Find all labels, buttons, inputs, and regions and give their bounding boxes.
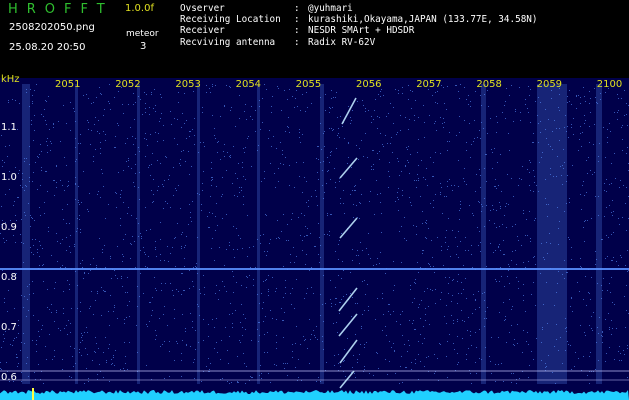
y-axis-tick-label: 0.8 [1,272,17,283]
meteor-counter-label: meteor [126,29,159,39]
meteor-echo [339,157,358,179]
datetime-label: 25.08.20 20:50 [9,42,86,53]
version-label: 1.0.0f [125,3,154,14]
interference-band [257,84,260,384]
interference-band [320,84,324,384]
x-axis-tick-label: 2100 [596,79,623,90]
y-axis-tick-label: 1.1 [1,122,17,133]
spectrogram-canvas [0,84,629,400]
header-panel: HROFFT 1.0.0f 2508202050.png 25.08.20 20… [0,0,629,78]
marker-tick [32,388,34,400]
info-row-location: Receiving Location : kurashiki,Okayama,J… [180,14,538,25]
x-axis-tick-label: 2056 [356,79,382,90]
info-label: Ovserver [180,3,225,14]
info-label: Recviving antenna [180,36,276,48]
interference-band [481,84,486,384]
info-value: @yuhmari [308,3,353,14]
y-axis-tick-label: 1.0 [1,172,17,183]
station-info: Ovserver : @yuhmari Receiving Location :… [180,3,538,48]
info-value: kurashiki,Okayama,JAPAN (133.77E, 34.58N… [308,14,538,26]
x-axis-tick-label: 2059 [536,79,563,90]
spectrogram-view[interactable]: kHz 1.1 1.0 0.9 0.8 0.7 0.6 2051 2052 2053 2054 2… [0,74,629,400]
x-axis-tick-label: 2057 [416,79,442,90]
info-value: Radix RV-62V [308,36,376,48]
noise-speckles [0,84,629,384]
info-separator: : [294,14,300,26]
info-row-observer: Ovserver : @yuhmari [180,3,538,14]
interference-band [137,84,140,384]
y-axis-tick-label: 0.9 [1,222,17,233]
interference-band [22,84,30,384]
x-axis-tick-label: 2051 [55,79,81,90]
info-value: NESDR SMArt + HDSDR [308,25,415,37]
x-axis-tick-label: 2053 [175,79,201,90]
meteor-counter-value: 3 [140,41,147,52]
x-axis-tick-label: 2058 [476,79,502,90]
info-label: Receiving Location [180,14,281,26]
info-separator: : [294,25,300,37]
y-axis-tick-label: 0.6 [1,372,17,383]
info-separator: : [294,3,300,14]
meteor-echo [339,339,358,364]
meteor-echo [339,217,358,239]
meteor-echo [341,97,357,125]
x-axis-tick-label: 2055 [295,79,322,90]
x-axis-tick-label: 2052 [115,79,141,90]
noise-floor-trace [0,390,629,400]
info-row-antenna: Recviving antenna : Radix RV-62V [180,37,538,48]
y-axis-tick-label: 0.7 [1,322,17,333]
y-axis-unit: kHz [1,74,20,85]
interference-band [75,84,78,384]
interference-band [197,84,200,384]
info-label: Receiver [180,25,225,37]
info-separator: : [294,36,300,48]
meteor-echo [338,313,358,337]
info-row-receiver: Receiver : NESDR SMArt + HDSDR [180,25,538,36]
x-axis-tick-label: 2054 [235,79,262,90]
filename-label: 2508202050.png [9,22,95,33]
interference-band [596,84,602,384]
interference-band [537,84,567,384]
app-title: HROFFT [8,2,114,17]
